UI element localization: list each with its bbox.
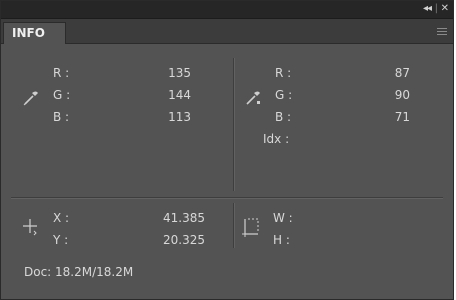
collapse-panel-button[interactable]: ◂◂	[423, 3, 432, 15]
document-size-status: Doc: 18.2M/18.2M	[24, 265, 134, 279]
right-b-label: B :	[275, 110, 292, 124]
color-section-divider	[233, 58, 234, 191]
crosshair-icon	[23, 219, 37, 236]
y-label: Y :	[53, 233, 69, 247]
y-value: 20.325	[163, 233, 205, 247]
right-b-value: 71	[394, 110, 410, 124]
left-g-value: 144	[168, 88, 191, 102]
w-label: W :	[273, 211, 293, 225]
right-r-value: 87	[394, 66, 410, 80]
panel-titlebar: ◂◂ | ✕	[1, 1, 453, 19]
x-value: 41.385	[163, 211, 205, 225]
eyedropper-sample-icon	[246, 91, 260, 105]
left-r-value: 135	[168, 66, 191, 80]
panel-tabbar: INFO	[1, 19, 453, 44]
tab-info[interactable]: INFO	[3, 22, 66, 44]
left-r-label: R :	[53, 66, 70, 80]
right-g-value: 90	[394, 88, 410, 102]
position-section-divider	[233, 203, 234, 248]
right-r-label: R :	[275, 66, 292, 80]
right-g-label: G :	[275, 88, 293, 102]
h-label: H :	[273, 233, 290, 247]
close-panel-button[interactable]: ✕	[441, 3, 449, 15]
info-section-divider	[11, 197, 443, 198]
info-panel: ◂◂ | ✕ INFO R : G : B : 135 144 113 R : …	[0, 0, 454, 300]
panel-menu-icon[interactable]	[437, 28, 447, 36]
left-b-label: B :	[53, 110, 70, 124]
selection-size-icon	[242, 218, 259, 237]
x-label: X :	[53, 211, 70, 225]
titlebar-separator: |	[434, 3, 438, 14]
left-g-label: G :	[53, 88, 71, 102]
left-b-value: 113	[168, 110, 191, 124]
eyedropper-icon	[23, 91, 38, 106]
right-idx-label: Idx :	[263, 132, 290, 146]
